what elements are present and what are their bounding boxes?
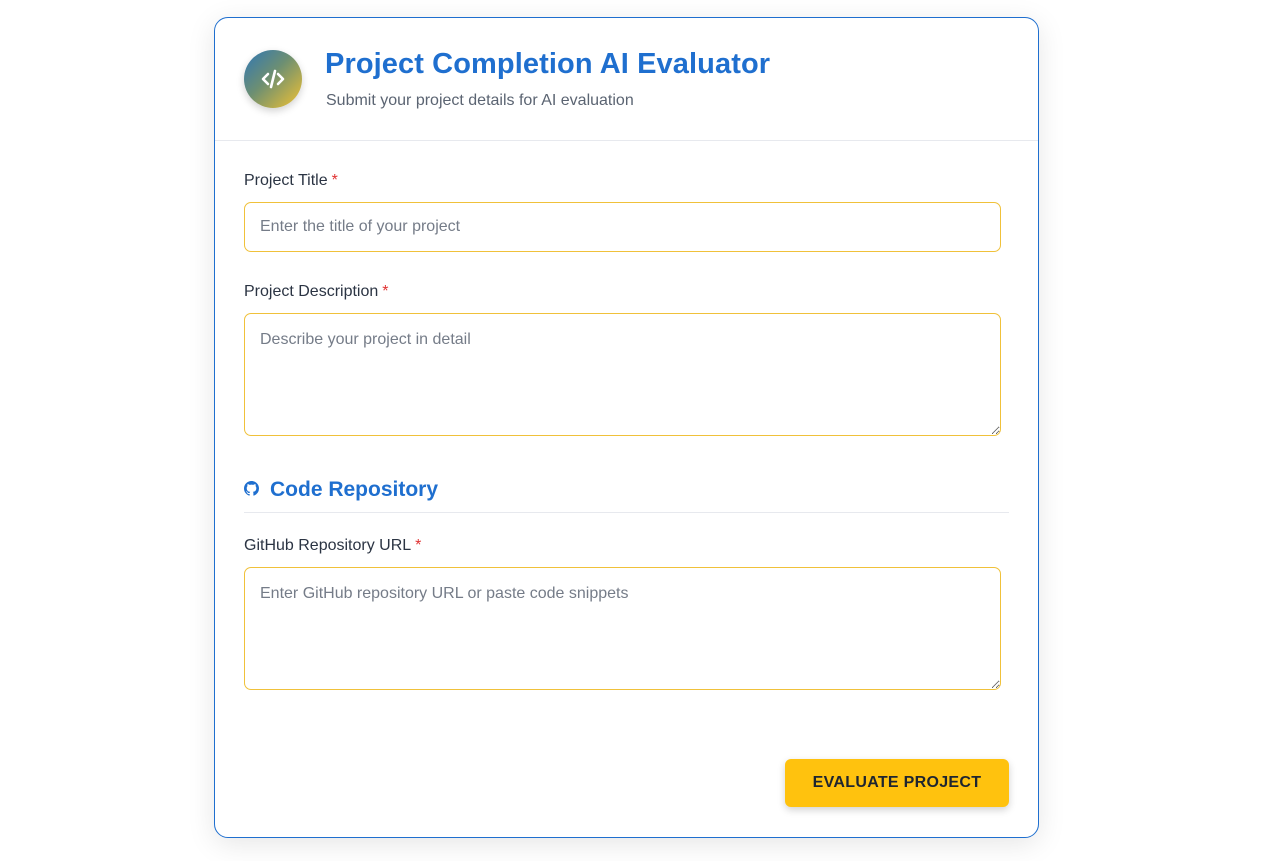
project-description-textarea[interactable] — [244, 313, 1001, 436]
required-marker: * — [331, 172, 338, 189]
evaluator-card: Project Completion AI Evaluator Submit y… — [214, 17, 1039, 838]
page-subtitle: Submit your project details for AI evalu… — [326, 92, 634, 109]
code-repository-title: Code Repository — [270, 478, 439, 501]
project-description-label: Project Description * — [244, 283, 389, 301]
section-divider — [244, 512, 1009, 513]
github-url-label-text: GitHub Repository URL — [244, 537, 412, 554]
card-header: Project Completion AI Evaluator Submit y… — [215, 18, 1038, 141]
github-url-label: GitHub Repository URL * — [244, 537, 421, 555]
code-repository-section-heading: Code Repository — [244, 478, 438, 502]
project-title-label: Project Title * — [244, 172, 338, 190]
required-marker: * — [415, 537, 422, 554]
code-icon — [244, 50, 302, 108]
github-icon — [244, 478, 259, 502]
project-title-label-text: Project Title — [244, 172, 328, 189]
page-title: Project Completion AI Evaluator — [325, 48, 771, 80]
required-marker: * — [382, 283, 389, 300]
project-description-label-text: Project Description — [244, 283, 379, 300]
evaluate-project-button[interactable]: EVALUATE PROJECT — [785, 759, 1009, 807]
project-title-input[interactable] — [244, 202, 1001, 252]
github-url-textarea[interactable] — [244, 567, 1001, 690]
